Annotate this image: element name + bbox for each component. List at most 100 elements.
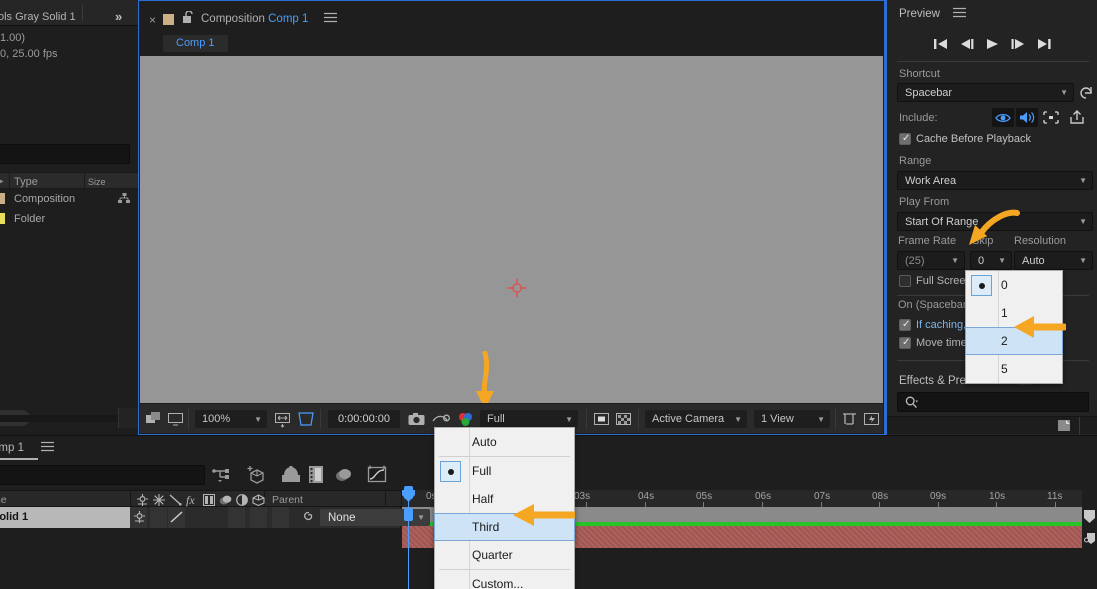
effects-search-input[interactable] (897, 392, 1089, 412)
menu-item-custom[interactable]: Custom... (435, 570, 574, 589)
comp-marker-icon[interactable] (1084, 510, 1095, 524)
skip-select[interactable]: 0 ▼ (970, 251, 1012, 270)
menu-item-skip-1[interactable]: 1 (966, 299, 1062, 327)
eye-icon[interactable] (992, 108, 1014, 127)
close-icon[interactable]: × (149, 13, 156, 27)
menu-item-quarter[interactable]: Quarter (435, 541, 574, 569)
star-icon[interactable] (153, 494, 165, 506)
previous-frame-button[interactable] (960, 38, 974, 50)
zoom-level-select[interactable]: 100% ▼ (195, 410, 267, 428)
reset-icon[interactable] (1079, 85, 1094, 100)
project-search-input[interactable] (0, 144, 130, 164)
chevron-double-right-icon[interactable]: » (115, 9, 122, 24)
range-select[interactable]: Work Area ▼ (897, 171, 1093, 190)
frame-rate-select[interactable]: (25) ▼ (897, 251, 965, 270)
resolution-select[interactable]: Full ▼ (480, 410, 578, 428)
range-label: Range (899, 155, 932, 167)
fx-icon[interactable]: fx (186, 493, 195, 508)
overlays-icon[interactable] (1040, 108, 1062, 127)
hide-shy-layers-icon[interactable] (281, 466, 301, 484)
graph-editor-icon[interactable] (367, 465, 387, 484)
resolution-dropdown-menu[interactable]: Auto Full Half Third Quarter Custom... (434, 427, 575, 589)
project-item-folder[interactable]: Folder (0, 210, 138, 227)
panel-menu-icon[interactable] (41, 441, 54, 452)
pick-whip-icon[interactable] (302, 511, 316, 524)
parent-select[interactable]: None ▼ (320, 509, 430, 526)
playhead-marker[interactable] (402, 490, 415, 502)
project-panel-tab-label[interactable]: ols Gray Solid 1 (0, 11, 76, 23)
if-caching-checkbox[interactable]: ✓ (899, 319, 911, 331)
transparency-grid-icon[interactable] (616, 404, 631, 434)
project-item-composition[interactable]: Composition (0, 190, 138, 207)
layer-anchor-icon[interactable] (133, 511, 146, 523)
views-select[interactable]: 1 View ▼ (754, 410, 830, 428)
export-icon[interactable] (1069, 110, 1085, 124)
timeline-tab-label[interactable]: omp 1 (0, 442, 24, 454)
menu-item-skip-2[interactable]: 2 (965, 327, 1063, 355)
fast-previews-icon[interactable] (864, 404, 879, 434)
speaker-icon[interactable] (1016, 108, 1038, 127)
next-frame-button[interactable] (1011, 38, 1025, 50)
menu-item-full[interactable]: Full (435, 457, 574, 485)
3d-layer-icon[interactable] (252, 494, 265, 506)
play-button[interactable] (986, 38, 999, 50)
menu-item-auto[interactable]: Auto (435, 428, 574, 456)
chevron-down-icon: ▼ (1079, 176, 1087, 185)
project-info-line-2: 0, 25.00 fps (0, 48, 58, 60)
composition-sub-tab[interactable]: Comp 1 (163, 35, 228, 52)
sort-arrow-icon[interactable]: ▶ (0, 176, 4, 187)
frame-blending-icon[interactable] (307, 465, 325, 484)
lock-open-icon[interactable] (183, 11, 194, 24)
project-column-headers: ▶ Type Size (0, 172, 138, 190)
move-time-checkbox[interactable]: ✓ (899, 337, 911, 349)
composition-viewer-stage[interactable] (140, 56, 883, 409)
last-frame-button[interactable] (1037, 38, 1051, 50)
menu-item-third[interactable]: Third (434, 513, 575, 541)
skip-dropdown-menu[interactable]: 0 1 2 5 (965, 270, 1063, 384)
anchor-icon[interactable] (136, 494, 149, 506)
preview-resolution-select[interactable]: Auto ▼ (1014, 251, 1093, 270)
menu-item-skip-0[interactable]: 0 (966, 271, 1062, 299)
column-header-size[interactable]: Size (88, 177, 106, 187)
shortcut-select[interactable]: Spacebar ▼ (897, 83, 1074, 102)
monitor-icon[interactable] (168, 404, 183, 434)
line-icon[interactable] (169, 494, 182, 506)
first-frame-button[interactable] (933, 38, 948, 50)
toggle-mask-icon[interactable] (594, 404, 609, 434)
column-header-type[interactable]: Type (14, 176, 38, 188)
full-screen-checkbox[interactable] (899, 275, 911, 287)
timeline-right-strip (1082, 490, 1097, 589)
layer-copy-icon[interactable] (146, 404, 161, 434)
chevron-down-icon: ▼ (254, 414, 262, 424)
menu-item-skip-5[interactable]: 5 (966, 355, 1062, 383)
zoom-level-value: 100% (202, 413, 231, 425)
fit-comp-icon[interactable] (274, 404, 291, 434)
comp-flowchart-icon[interactable] (118, 193, 130, 204)
timeline-search-input[interactable] (0, 465, 205, 485)
composition-tab-title[interactable]: Composition Comp 1 (201, 13, 308, 25)
camera-view-select[interactable]: Active Camera ▼ (645, 410, 747, 428)
layer-marker-icon[interactable] (1083, 532, 1096, 545)
draft-3d-icon[interactable] (247, 465, 267, 485)
panel-menu-icon[interactable] (953, 7, 966, 18)
menu-item-half[interactable]: Half (435, 485, 574, 513)
layer-line-icon[interactable] (170, 511, 184, 523)
ruler-tick-label: 08s (872, 491, 889, 502)
frame-icon[interactable] (203, 494, 215, 506)
adjustment-icon[interactable] (236, 494, 248, 506)
play-from-value: Start Of Range (905, 215, 979, 228)
play-from-select[interactable]: Start Of Range ▼ (897, 212, 1093, 231)
current-timecode-field[interactable]: 0:00:00:00 (328, 410, 400, 428)
panel-menu-icon[interactable] (324, 12, 337, 23)
new-folder-icon[interactable] (1057, 419, 1071, 432)
composition-mini-flowchart-icon[interactable] (212, 466, 232, 484)
composition-tabbar: × Composition Comp 1 Comp 1 (139, 1, 884, 56)
pixel-aspect-icon[interactable] (842, 404, 857, 434)
check-icon: ✓ (902, 319, 911, 330)
cache-before-playback-checkbox[interactable]: ✓ (899, 133, 911, 145)
region-of-interest-icon[interactable] (297, 404, 315, 434)
motion-blur-icon[interactable] (219, 494, 233, 506)
preview-divider (897, 61, 1089, 62)
motion-blur-icon[interactable] (334, 466, 354, 484)
camera-icon[interactable] (408, 404, 425, 434)
